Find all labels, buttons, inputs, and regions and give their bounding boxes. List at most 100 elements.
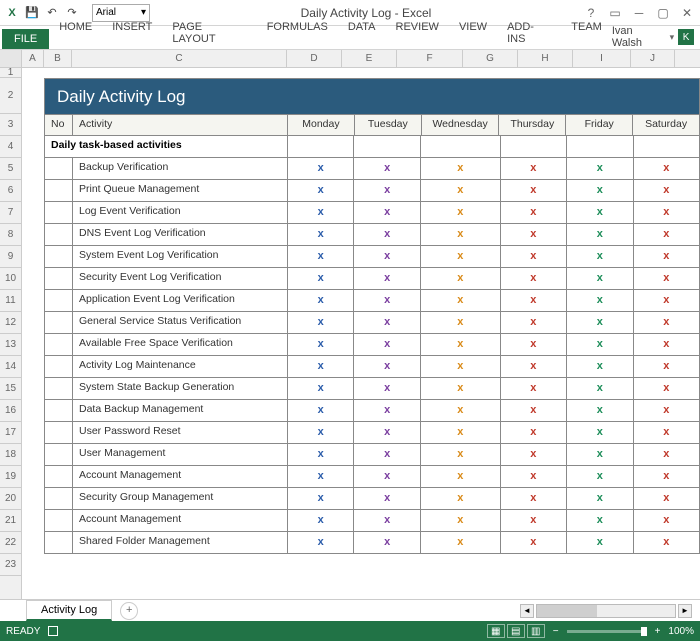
row-header-9[interactable]: 9: [0, 246, 21, 268]
row-header-20[interactable]: 20: [0, 488, 21, 510]
cell-activity[interactable]: Available Free Space Verification: [73, 334, 288, 355]
cell-day[interactable]: x: [354, 246, 420, 267]
cell-day[interactable]: x: [288, 290, 354, 311]
cell-day[interactable]: x: [288, 422, 354, 443]
cell-day[interactable]: x: [354, 202, 420, 223]
excel-icon[interactable]: X: [4, 5, 20, 21]
sheet-tab-activity-log[interactable]: Activity Log: [26, 600, 112, 621]
zoom-out-button[interactable]: −: [553, 626, 559, 637]
cell-day[interactable]: x: [634, 356, 699, 377]
cell-activity[interactable]: General Service Status Verification: [73, 312, 288, 333]
cell-day[interactable]: x: [354, 290, 420, 311]
row-header-11[interactable]: 11: [0, 290, 21, 312]
cell-day[interactable]: x: [501, 378, 567, 399]
column-header-F[interactable]: F: [397, 50, 463, 67]
cell-day[interactable]: x: [421, 422, 501, 443]
cell-day[interactable]: x: [634, 334, 699, 355]
cell-day[interactable]: x: [501, 224, 567, 245]
cell-day[interactable]: x: [567, 488, 633, 509]
cell-day[interactable]: x: [421, 510, 501, 531]
row-header-4[interactable]: 4: [0, 136, 21, 158]
cell-day[interactable]: x: [421, 378, 501, 399]
cell-day[interactable]: x: [634, 400, 699, 421]
cell-day[interactable]: x: [354, 400, 420, 421]
ribbon-tab-insert[interactable]: INSERT: [102, 17, 162, 49]
macro-record-icon[interactable]: [48, 626, 58, 636]
cell-day[interactable]: x: [288, 378, 354, 399]
cell-day[interactable]: x: [288, 356, 354, 377]
cell-no[interactable]: [45, 224, 73, 245]
ribbon-tab-page-layout[interactable]: PAGE LAYOUT: [162, 17, 256, 49]
row-header-13[interactable]: 13: [0, 334, 21, 356]
minimize-icon[interactable]: ─: [630, 4, 648, 22]
cell-day[interactable]: x: [634, 378, 699, 399]
row-header-3[interactable]: 3: [0, 114, 21, 136]
cell-day[interactable]: x: [421, 400, 501, 421]
cell-day[interactable]: x: [354, 224, 420, 245]
cell-day[interactable]: x: [567, 268, 633, 289]
column-header-E[interactable]: E: [342, 50, 397, 67]
cell-day[interactable]: x: [567, 180, 633, 201]
cell-day[interactable]: x: [288, 488, 354, 509]
cell-day[interactable]: x: [421, 290, 501, 311]
cell-day[interactable]: x: [354, 444, 420, 465]
add-sheet-button[interactable]: +: [120, 602, 138, 620]
cell-no[interactable]: [45, 202, 73, 223]
cell-day[interactable]: x: [567, 202, 633, 223]
ribbon-tab-data[interactable]: DATA: [338, 17, 386, 49]
cell-day[interactable]: x: [567, 290, 633, 311]
cell-no[interactable]: [45, 532, 73, 553]
row-header-19[interactable]: 19: [0, 466, 21, 488]
cell-day[interactable]: x: [634, 246, 699, 267]
column-header-J[interactable]: J: [631, 50, 675, 67]
scroll-right-icon[interactable]: ►: [678, 604, 692, 618]
row-header-1[interactable]: 1: [0, 68, 21, 78]
cell-no[interactable]: [45, 268, 73, 289]
cell-day[interactable]: x: [501, 312, 567, 333]
cell-day[interactable]: x: [567, 400, 633, 421]
cell-no[interactable]: [45, 290, 73, 311]
cell-day[interactable]: x: [567, 356, 633, 377]
cell-day[interactable]: x: [354, 158, 420, 179]
ribbon-tab-formulas[interactable]: FORMULAS: [257, 17, 338, 49]
user-badge[interactable]: K: [678, 29, 694, 45]
column-header-A[interactable]: A: [22, 50, 44, 67]
close-icon[interactable]: ✕: [678, 4, 696, 22]
cell-day[interactable]: x: [354, 334, 420, 355]
cell-day[interactable]: x: [501, 422, 567, 443]
zoom-slider[interactable]: [567, 630, 647, 633]
cell-day[interactable]: x: [354, 378, 420, 399]
save-icon[interactable]: 💾: [24, 5, 40, 21]
cell-day[interactable]: x: [421, 246, 501, 267]
cell-day[interactable]: x: [354, 510, 420, 531]
ribbon-tab-review[interactable]: REVIEW: [386, 17, 449, 49]
cell-activity[interactable]: Print Queue Management: [73, 180, 288, 201]
cell-day[interactable]: x: [634, 488, 699, 509]
cell-day[interactable]: x: [421, 202, 501, 223]
cell-day[interactable]: x: [501, 532, 567, 553]
cell-day[interactable]: x: [421, 268, 501, 289]
cell-activity[interactable]: Application Event Log Verification: [73, 290, 288, 311]
cell-day[interactable]: x: [501, 444, 567, 465]
cell-day[interactable]: x: [501, 510, 567, 531]
cell-day[interactable]: x: [567, 312, 633, 333]
cell-day[interactable]: x: [421, 180, 501, 201]
cell-activity[interactable]: User Password Reset: [73, 422, 288, 443]
cell-day[interactable]: x: [501, 180, 567, 201]
cell-day[interactable]: x: [288, 400, 354, 421]
cell-day[interactable]: x: [288, 202, 354, 223]
cell-day[interactable]: x: [634, 466, 699, 487]
cell-no[interactable]: [45, 488, 73, 509]
file-tab[interactable]: FILE: [2, 29, 49, 49]
row-header-14[interactable]: 14: [0, 356, 21, 378]
cell-day[interactable]: x: [567, 158, 633, 179]
cell-day[interactable]: x: [567, 246, 633, 267]
restore-icon[interactable]: ▢: [654, 4, 672, 22]
cell-day[interactable]: x: [288, 246, 354, 267]
scroll-track[interactable]: [536, 604, 676, 618]
user-name[interactable]: Ivan Walsh: [612, 25, 666, 49]
cell-no[interactable]: [45, 444, 73, 465]
cell-activity[interactable]: System State Backup Generation: [73, 378, 288, 399]
cell-day[interactable]: x: [421, 224, 501, 245]
cell-day[interactable]: x: [288, 224, 354, 245]
